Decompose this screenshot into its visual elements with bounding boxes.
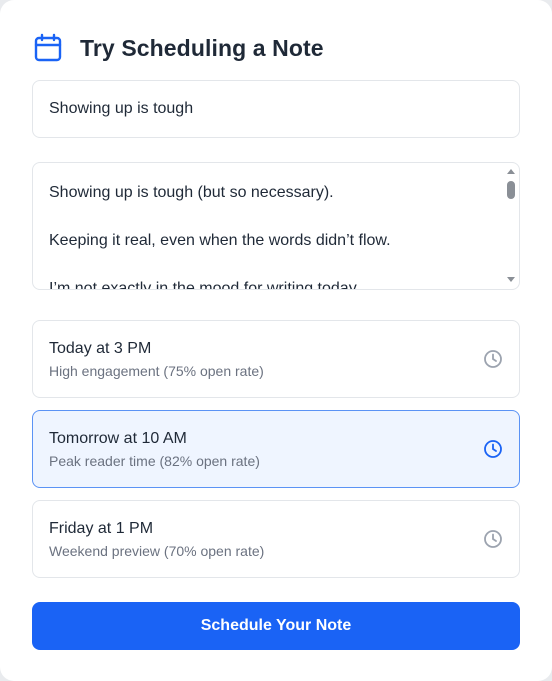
clock-icon: [484, 440, 502, 458]
note-body-line: I’m not exactly in the mood for writing …: [49, 280, 360, 290]
scroll-thumb[interactable]: [507, 181, 515, 199]
time-slot-option[interactable]: Friday at 1 PM Weekend preview (70% open…: [32, 500, 520, 578]
time-slot-option[interactable]: Today at 3 PM High engagement (75% open …: [32, 320, 520, 398]
scheduler-card: Try Scheduling a Note Showing up is toug…: [0, 0, 552, 681]
slot-title: Friday at 1 PM: [49, 520, 154, 537]
scroll-up-arrow-icon[interactable]: [507, 169, 515, 174]
note-title-input[interactable]: [32, 80, 520, 138]
scroll-down-arrow-icon[interactable]: [507, 277, 515, 282]
schedule-note-button[interactable]: Schedule Your Note: [32, 602, 520, 650]
slot-subtitle: Peak reader time (82% open rate): [49, 453, 260, 469]
clock-icon: [484, 350, 502, 368]
slot-title: Tomorrow at 10 AM: [49, 430, 187, 447]
slot-subtitle: High engagement (75% open rate): [49, 363, 264, 379]
note-body-text: Showing up is tough (but so necessary). …: [49, 181, 491, 290]
textarea-scrollbar[interactable]: [503, 163, 519, 289]
calendar-icon: [34, 33, 62, 62]
header: Try Scheduling a Note: [32, 30, 324, 66]
note-body-line: Keeping it real, even when the words did…: [49, 232, 391, 249]
note-body-line: Showing up is tough (but so necessary).: [49, 184, 334, 201]
clock-icon: [484, 530, 502, 548]
time-slot-option-selected[interactable]: Tomorrow at 10 AM Peak reader time (82% …: [32, 410, 520, 488]
note-body-textarea[interactable]: Showing up is tough (but so necessary). …: [32, 162, 520, 290]
page-title: Try Scheduling a Note: [80, 34, 324, 61]
slot-title: Today at 3 PM: [49, 340, 152, 357]
slot-subtitle: Weekend preview (70% open rate): [49, 543, 265, 559]
